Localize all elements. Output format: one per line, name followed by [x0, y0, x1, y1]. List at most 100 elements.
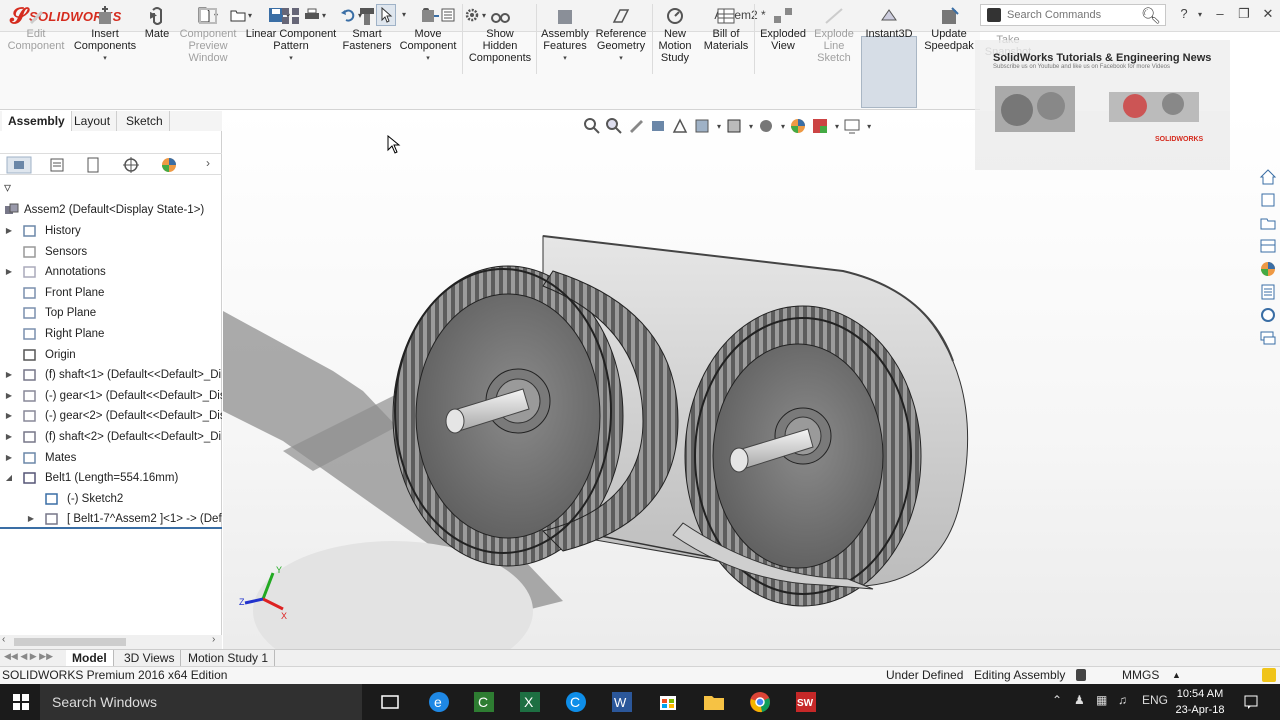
zoom-to-fit-icon[interactable] — [583, 117, 601, 135]
expand-icon[interactable]: ▶ — [4, 386, 14, 406]
tree-item[interactable]: ▶ [ Belt1-7^Assem2 ]<1> -> (Def — [0, 509, 222, 530]
move-component-button[interactable]: Move Component ▾ — [398, 6, 458, 65]
section-view-icon[interactable] — [649, 117, 667, 135]
language-indicator[interactable]: ENG — [1142, 693, 1168, 707]
tree-item[interactable]: ▶ Mates — [0, 448, 222, 468]
close-button[interactable]: ✕ — [1258, 6, 1278, 22]
view-palette-icon[interactable] — [1259, 237, 1277, 255]
help-dropdown-icon[interactable]: ▾ — [1190, 10, 1210, 19]
tree-item[interactable]: ▶ Annotations — [0, 262, 222, 282]
chrome-icon[interactable] — [748, 690, 772, 714]
tab-3d-views[interactable]: 3D Views — [118, 650, 182, 666]
tree-item[interactable]: Right Plane — [0, 324, 222, 344]
network-icon[interactable]: ▦ — [1096, 693, 1107, 707]
dimxpert-tab-icon[interactable] — [118, 156, 144, 174]
file-explorer-taskbar-icon[interactable] — [702, 690, 726, 714]
configuration-manager-tab-icon[interactable] — [80, 156, 106, 174]
tree-item[interactable]: (-) Sketch2 — [0, 489, 222, 509]
tree-item[interactable]: Front Plane — [0, 283, 222, 303]
tree-item[interactable]: ▶ (-) gear<2> (Default<<Default>_Dis — [0, 406, 222, 426]
scroll-thumb[interactable] — [14, 638, 126, 646]
dynamic-annotation-icon[interactable] — [671, 117, 689, 135]
display-manager-tab-icon[interactable] — [156, 156, 182, 174]
filter-icon[interactable]: ▿ — [4, 179, 11, 196]
appearances-icon[interactable] — [1259, 260, 1277, 278]
tree-item[interactable]: ◢ Belt1 (Length=554.16mm) — [0, 468, 222, 488]
horizontal-scrollbar[interactable]: ‹ › — [0, 634, 222, 649]
tree-item[interactable]: ▶ (f) shaft<1> (Default<<Default>_Di — [0, 365, 222, 385]
expand-icon[interactable]: ▶ — [4, 262, 14, 282]
tab-layout[interactable]: Layout — [68, 111, 118, 131]
tab-assembly[interactable]: Assembly — [2, 111, 72, 131]
new-motion-study-button[interactable]: New Motion Study — [656, 6, 694, 64]
tree-item[interactable]: Sensors — [0, 242, 222, 262]
tree-item[interactable]: ▶ History — [0, 221, 222, 241]
view-settings-icon[interactable] — [843, 117, 861, 135]
file-explorer-icon[interactable] — [1259, 214, 1277, 232]
tree-root[interactable]: Assem2 (Default<Display State-1>) — [0, 200, 222, 220]
search-icon[interactable]: 🔍︎ — [1141, 6, 1161, 26]
forum-icon[interactable] — [1259, 329, 1277, 347]
tree-item[interactable]: Top Plane — [0, 303, 222, 323]
mate-button[interactable]: Mate — [142, 6, 172, 40]
units-dropdown-icon[interactable]: ▲ — [1172, 667, 1181, 684]
tree-item[interactable]: ▶ (-) gear<1> (Default<<Default>_Dis — [0, 386, 222, 406]
hide-show-items-icon[interactable] — [757, 117, 775, 135]
unit-system[interactable]: MMGS — [1122, 667, 1159, 684]
expand-icon[interactable]: ▶ — [4, 448, 14, 468]
excel-icon[interactable]: X — [518, 690, 542, 714]
tab-sketch[interactable]: Sketch — [120, 111, 170, 131]
scroll-left-icon[interactable]: ‹ — [2, 634, 5, 645]
edit-component-button[interactable]: Edit Component — [6, 6, 66, 52]
feature-manager-tab-icon[interactable] — [6, 156, 32, 174]
tray-expand-icon[interactable]: ⌃ — [1052, 693, 1062, 707]
chevron-right-icon[interactable]: › — [206, 156, 210, 170]
camtasia-icon[interactable]: C — [472, 690, 496, 714]
previous-view-icon[interactable] — [627, 117, 645, 135]
expand-icon[interactable]: ▶ — [4, 427, 14, 447]
display-style-icon[interactable] — [725, 117, 743, 135]
display-style-dropdown-icon[interactable]: ▾ — [749, 122, 753, 131]
solidworks-taskbar-icon[interactable]: SW — [794, 690, 818, 714]
apply-scene-dropdown-icon[interactable]: ▾ — [835, 122, 839, 131]
rebuild-status-icon[interactable] — [1076, 669, 1086, 681]
edit-appearance-icon[interactable] — [789, 117, 807, 135]
teamviewer-icon[interactable]: C — [564, 690, 588, 714]
dropdown-icon[interactable]: ▾ — [540, 53, 590, 65]
tab-model[interactable]: Model — [66, 650, 114, 666]
insert-components-button[interactable]: Insert Components ▾ — [72, 6, 138, 65]
hide-show-dropdown-icon[interactable]: ▾ — [781, 122, 785, 131]
update-speedpak-button[interactable]: Update Speedpak — [922, 6, 976, 52]
collapse-icon[interactable]: ◢ — [4, 468, 14, 488]
custom-properties-icon[interactable] — [1259, 283, 1277, 301]
dropdown-icon[interactable]: ▾ — [72, 53, 138, 65]
exploded-view-button[interactable]: Exploded View — [758, 6, 808, 52]
scroll-right-icon[interactable]: › — [212, 634, 215, 645]
tree-item[interactable]: ▶ (f) shaft<2> (Default<<Default>_Di — [0, 427, 222, 447]
tooltip-icon[interactable] — [1262, 668, 1276, 682]
tab-navigation-icon[interactable]: ◀◀ ◀ ▶ ▶▶ — [4, 651, 53, 662]
view-orientation-icon[interactable] — [693, 117, 711, 135]
component-preview-button[interactable]: Component Preview Window — [176, 6, 240, 64]
people-icon[interactable]: ♟ — [1074, 693, 1085, 707]
dropdown-icon[interactable]: ▾ — [594, 53, 648, 65]
dropdown-icon[interactable]: ▾ — [398, 53, 458, 65]
tab-motion-study-1[interactable]: Motion Study 1 — [182, 650, 276, 666]
explode-line-sketch-button[interactable]: Explode Line Sketch — [810, 6, 858, 64]
reference-geometry-button[interactable]: Reference Geometry ▾ — [594, 6, 648, 65]
property-manager-tab-icon[interactable] — [44, 156, 70, 174]
notifications-icon[interactable] — [1243, 694, 1259, 710]
minimize-button[interactable]: – — [1210, 6, 1230, 21]
tree-item[interactable]: Origin — [0, 345, 222, 365]
design-library-icon[interactable] — [1259, 191, 1277, 209]
windows-search-box[interactable]: Search Windows — [40, 684, 362, 720]
resources-icon[interactable] — [1259, 306, 1277, 324]
clock[interactable]: 10:54 AM 23-Apr-18 — [1170, 686, 1230, 718]
restore-button[interactable]: ❐ — [1234, 6, 1254, 22]
apply-scene-icon[interactable] — [811, 117, 829, 135]
zoom-to-area-icon[interactable] — [605, 117, 623, 135]
dropdown-icon[interactable]: ▾ — [244, 53, 338, 65]
assembly-features-button[interactable]: Assembly Features ▾ — [540, 6, 590, 65]
home-icon[interactable] — [1259, 168, 1277, 186]
view-settings-dropdown-icon[interactable]: ▾ — [867, 122, 871, 131]
